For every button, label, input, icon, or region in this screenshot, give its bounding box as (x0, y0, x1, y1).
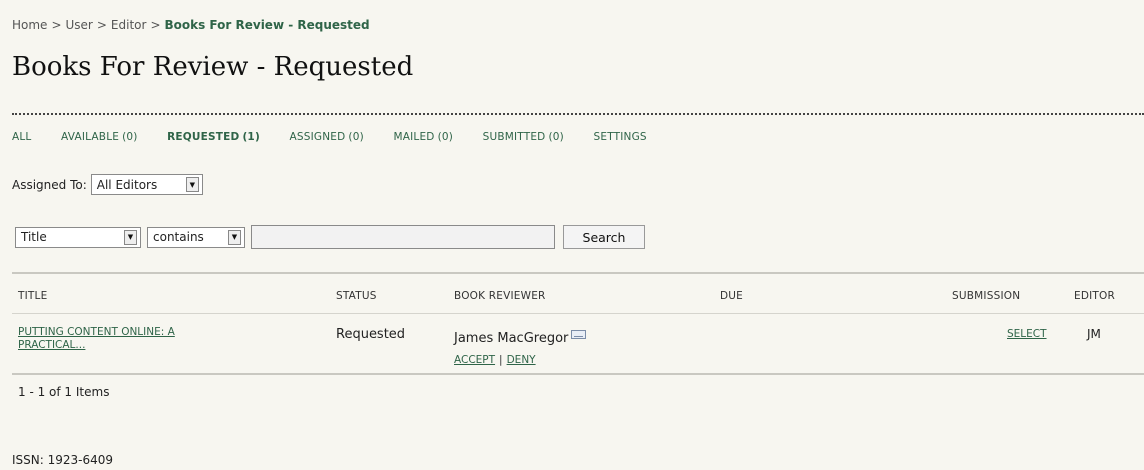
tab-all[interactable]: ALL (12, 131, 31, 143)
column-header-submission: SUBMISSION (952, 290, 1021, 302)
tab-submitted[interactable]: SUBMITTED (0) (483, 131, 564, 143)
column-header-title: TITLE (18, 290, 48, 302)
book-title-link[interactable]: PUTTING CONTENT ONLINE: A PRACTICAL... (18, 326, 258, 352)
tab-requested[interactable]: REQUESTED (1) (167, 131, 260, 143)
tab-all-label: ALL (12, 131, 32, 143)
search-field-select[interactable]: Title ▼ (15, 226, 141, 248)
tab-assigned[interactable]: ASSIGNED (0) (290, 131, 364, 143)
tab-submitted-count: (0) (548, 131, 564, 143)
reviewer-name-text: James MacGregor (454, 331, 569, 346)
book-title-line2: PRACTICAL... (18, 339, 86, 351)
deny-link[interactable]: DENY (507, 354, 536, 366)
search-field-value: Title (21, 230, 47, 244)
breadcrumb-home[interactable]: Home (12, 18, 47, 32)
book-title-line1: PUTTING CONTENT ONLINE: A (18, 326, 175, 338)
tab-mailed-count: (0) (437, 131, 454, 143)
search-bar: Title ▼ contains ▼ Search (15, 225, 645, 249)
status-text: Requested (336, 327, 406, 342)
pagination-info: 1 - 1 of 1 Items (18, 385, 110, 399)
tab-mailed-label: MAILED (393, 131, 435, 143)
assigned-to-filter: Assigned To: All Editors ▼ (12, 174, 203, 195)
tab-available-label: AVAILABLE (61, 131, 120, 143)
tab-requested-count: (1) (242, 131, 260, 143)
search-input[interactable] (251, 225, 555, 249)
column-header-status: STATUS (336, 290, 377, 302)
dotted-divider (12, 113, 1144, 115)
assigned-to-value: All Editors (96, 177, 158, 192)
editor-initials: JM (1087, 327, 1101, 341)
table-bottom-border (12, 373, 1144, 375)
column-header-book-reviewer: BOOK REVIEWER (454, 290, 546, 302)
breadcrumb-current[interactable]: Books For Review - Requested (165, 18, 370, 32)
breadcrumb-editor[interactable]: Editor (111, 18, 147, 32)
breadcrumb-separator: > (96, 18, 107, 32)
tab-settings-label: SETTINGS (593, 131, 647, 143)
tab-available[interactable]: AVAILABLE (0) (61, 131, 138, 143)
submission-select-link[interactable]: SELECT (1007, 328, 1047, 340)
tab-mailed[interactable]: MAILED (0) (393, 131, 453, 143)
assigned-to-label: Assigned To: (12, 177, 87, 192)
search-operator-select[interactable]: contains ▼ (147, 226, 245, 248)
breadcrumb: Home > User > Editor > Books For Review - Requ… (12, 18, 370, 32)
table-top-border (12, 272, 1144, 274)
filter-tabs: ALL AVAILABLE (0) REQUESTED (1) ASSIGNED (0… (12, 131, 673, 143)
page-title: Books For Review - Requested (12, 52, 414, 82)
search-button[interactable]: Search (563, 225, 645, 249)
tab-available-count: (0) (122, 131, 138, 143)
request-actions: ACCEPT | DENY (454, 354, 536, 366)
action-separator: | (499, 354, 503, 366)
column-header-editor: EDITOR (1074, 290, 1115, 302)
column-header-due: DUE (720, 290, 744, 302)
dropdown-arrow-icon: ▼ (185, 177, 199, 192)
search-operator-value: contains (153, 230, 204, 244)
assigned-to-select[interactable]: All Editors ▼ (90, 174, 203, 195)
tab-requested-label: REQUESTED (167, 131, 240, 143)
header-divider (12, 313, 1144, 314)
breadcrumb-user[interactable]: User (66, 18, 93, 32)
dropdown-arrow-icon: ▼ (228, 229, 241, 245)
issn-footer: ISSN: 1923-6409 (12, 453, 114, 467)
breadcrumb-separator: > (51, 18, 62, 32)
tab-assigned-count: (0) (348, 131, 364, 143)
reviewer-name: James MacGregor (454, 330, 587, 346)
breadcrumb-separator: > (150, 18, 161, 32)
dropdown-arrow-icon: ▼ (124, 229, 137, 245)
tab-submitted-label: SUBMITTED (482, 131, 546, 143)
tab-settings[interactable]: SETTINGS (594, 131, 647, 143)
tab-assigned-label: ASSIGNED (289, 131, 346, 143)
accept-link[interactable]: ACCEPT (454, 354, 495, 366)
mail-icon[interactable] (571, 330, 587, 339)
